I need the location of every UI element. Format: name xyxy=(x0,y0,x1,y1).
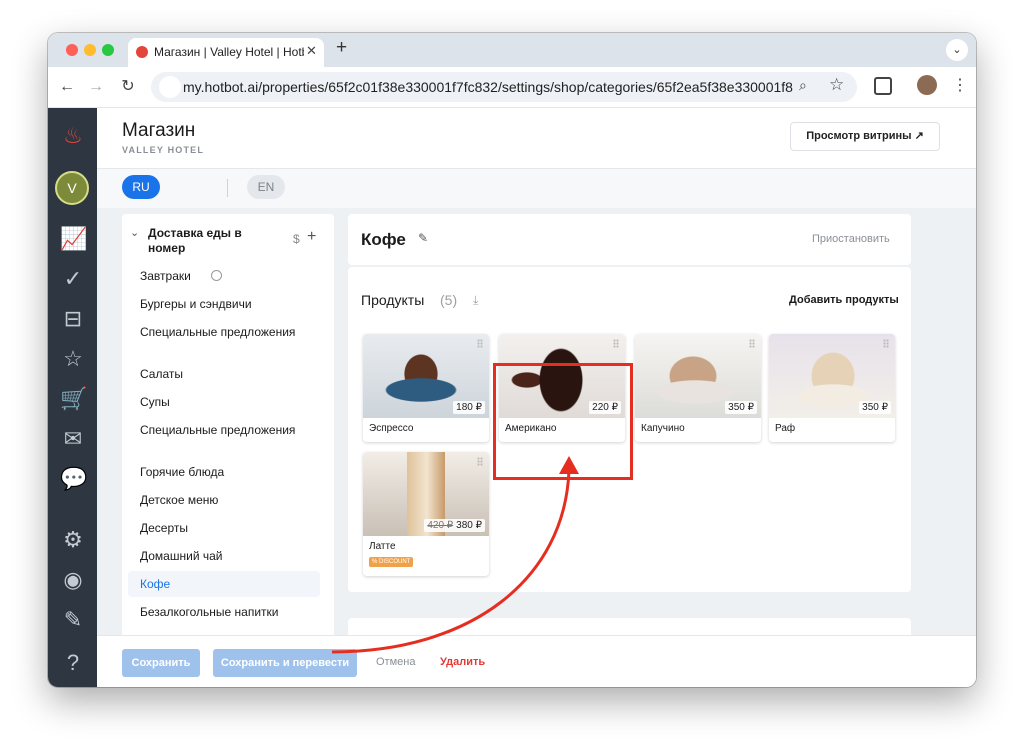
category-item[interactable]: Десерты xyxy=(140,521,310,535)
category-item[interactable]: Специальные предложения xyxy=(140,325,310,339)
lang-divider xyxy=(227,179,228,197)
category-item[interactable]: Безалкогольные напитки xyxy=(140,605,310,619)
zoom-icon[interactable]: ⌕ xyxy=(799,77,807,94)
category-group-title[interactable]: Доставка еды в номер xyxy=(148,226,278,256)
tab-title: Магазин | Valley Hotel | Hotbot xyxy=(154,45,304,59)
edit-pencil-icon[interactable]: ✎ xyxy=(418,231,428,245)
product-card[interactable]: 420 ₽380 ₽ Латте % DISCOUNT xyxy=(363,452,489,576)
browser-menu-icon[interactable]: ⋮ xyxy=(952,75,968,95)
lang-ru-button[interactable]: RU xyxy=(122,175,160,199)
inbox-icon[interactable]: ⊟ xyxy=(60,306,86,332)
shop-cart-icon[interactable]: 🛒 xyxy=(60,386,87,412)
page-header: Магазин VALLEY HOTEL Просмотр витрины ↗ xyxy=(97,108,976,169)
bookmark-star-icon[interactable]: ☆ xyxy=(829,75,844,95)
app-content: ♨ V 📈 ✓ ⊟ ☆ 🛒 ✉ 💬 ⚙ ◉ ✎ ? Магазин VALLEY… xyxy=(48,108,976,687)
product-old-price: 420 ₽ xyxy=(427,520,454,531)
category-list: ⌄ Доставка еды в номер $ + Завтраки Бург… xyxy=(122,214,334,687)
product-price: 180 ₽ xyxy=(453,401,485,414)
category-item[interactable]: Специальные предложения xyxy=(140,423,310,437)
add-category-button[interactable]: + xyxy=(307,228,316,246)
pencil-icon[interactable]: ✎ xyxy=(60,607,86,633)
category-name: Кофе xyxy=(361,230,406,249)
tab-close-icon[interactable]: ✕ xyxy=(306,43,317,59)
new-tab-button[interactable]: + xyxy=(336,37,347,59)
product-card[interactable]: 350 ₽ Раф xyxy=(769,334,895,442)
category-item-active[interactable]: Кофе xyxy=(128,571,320,597)
url-text[interactable]: my.hotbot.ai/properties/65f2c01f38e33000… xyxy=(183,79,793,95)
products-heading: Продукты xyxy=(361,292,425,308)
category-item[interactable]: Детское меню xyxy=(140,493,310,507)
language-switcher: RU EN xyxy=(97,169,976,208)
lang-en-button[interactable]: EN xyxy=(247,175,285,199)
category-header-card: Кофе ✎ Приостановить xyxy=(348,214,911,265)
category-item[interactable]: Домашний чай xyxy=(140,549,310,563)
address-bar[interactable]: my.hotbot.ai/properties/65f2c01f38e33000… xyxy=(151,72,857,102)
chevron-down-icon[interactable]: ⌄ xyxy=(130,226,139,239)
category-item[interactable]: Супы xyxy=(140,395,310,409)
drag-handle-icon[interactable] xyxy=(613,339,619,348)
product-name: Латте xyxy=(369,541,396,552)
product-card[interactable]: 180 ₽ Эспрессо xyxy=(363,334,489,442)
reload-button[interactable]: ↻ xyxy=(117,76,139,98)
back-button[interactable]: ← xyxy=(56,76,78,98)
app-sidebar: ♨ V 📈 ✓ ⊟ ☆ 🛒 ✉ 💬 ⚙ ◉ ✎ ? xyxy=(48,108,97,687)
suspend-button[interactable]: Приостановить xyxy=(812,233,890,245)
tab-strip: Магазин | Valley Hotel | Hotbot ✕ + ⌄ xyxy=(48,33,976,67)
category-item[interactable]: Салаты xyxy=(140,367,310,381)
category-item[interactable]: Бургеры и сэндвичи xyxy=(140,297,310,311)
product-new-price: 380 ₽ xyxy=(456,520,482,531)
site-info-icon[interactable] xyxy=(159,76,181,98)
page-title: Магазин xyxy=(122,120,196,141)
add-products-button[interactable]: Добавить продукты xyxy=(789,294,899,306)
property-avatar[interactable]: V xyxy=(55,171,89,205)
schedule-clock-icon xyxy=(211,270,222,281)
close-window-button[interactable] xyxy=(66,44,78,56)
browser-tab[interactable]: Магазин | Valley Hotel | Hotbot ✕ xyxy=(128,38,324,67)
product-name: Капучино xyxy=(641,423,685,434)
browser-window: Магазин | Valley Hotel | Hotbot ✕ + ⌄ ← … xyxy=(48,33,976,687)
product-price: 420 ₽380 ₽ xyxy=(424,519,485,532)
hotbot-logo-icon[interactable]: ♨ xyxy=(60,123,86,149)
product-price: 350 ₽ xyxy=(725,401,757,414)
chat-icon[interactable]: 💬 xyxy=(60,466,87,492)
delete-button[interactable]: Удалить xyxy=(440,656,485,668)
forward-button[interactable]: → xyxy=(85,76,107,98)
browser-toolbar: ← → ↻ my.hotbot.ai/properties/65f2c01f38… xyxy=(48,67,976,108)
category-item[interactable]: Горячие блюда xyxy=(140,465,310,479)
mail-icon[interactable]: ✉ xyxy=(60,426,86,452)
hotbot-favicon-icon xyxy=(136,46,148,58)
settings-gear-icon[interactable]: ⚙ xyxy=(60,527,86,553)
save-and-translate-button[interactable]: Сохранить и перевести xyxy=(213,649,357,677)
dollar-icon[interactable]: $ xyxy=(293,232,300,246)
minimize-window-button[interactable] xyxy=(84,44,96,56)
action-bar: Сохранить Сохранить и перевести Отмена У… xyxy=(97,635,976,687)
extensions-icon[interactable] xyxy=(874,77,892,95)
drag-handle-icon[interactable] xyxy=(477,339,483,348)
drag-handle-icon[interactable] xyxy=(749,339,755,348)
user-icon[interactable]: ◉ xyxy=(60,567,86,593)
tab-search-button[interactable]: ⌄ xyxy=(946,39,968,61)
drag-handle-icon[interactable] xyxy=(883,339,889,348)
view-storefront-button[interactable]: Просмотр витрины ↗ xyxy=(790,122,940,151)
highlight-box xyxy=(493,363,633,480)
products-count: (5) xyxy=(440,292,458,308)
profile-avatar[interactable] xyxy=(917,75,937,95)
tasks-check-icon[interactable]: ✓ xyxy=(60,266,86,292)
save-button[interactable]: Сохранить xyxy=(122,649,200,677)
product-card[interactable]: 350 ₽ Капучино xyxy=(635,334,761,442)
cancel-button[interactable]: Отмена xyxy=(376,656,415,668)
product-name: Эспрессо xyxy=(369,423,414,434)
product-price: 350 ₽ xyxy=(859,401,891,414)
product-name: Раф xyxy=(775,423,796,434)
download-icon[interactable]: ⤓ xyxy=(473,293,478,308)
discount-badge: % DISCOUNT xyxy=(369,557,414,567)
page-subtitle: VALLEY HOTEL xyxy=(122,145,205,155)
services-star-icon[interactable]: ☆ xyxy=(60,346,86,372)
drag-handle-icon[interactable] xyxy=(477,457,483,466)
help-icon[interactable]: ? xyxy=(60,650,86,676)
category-item[interactable]: Завтраки xyxy=(140,269,310,283)
maximize-window-button[interactable] xyxy=(102,44,114,56)
analytics-icon[interactable]: 📈 xyxy=(60,226,87,252)
